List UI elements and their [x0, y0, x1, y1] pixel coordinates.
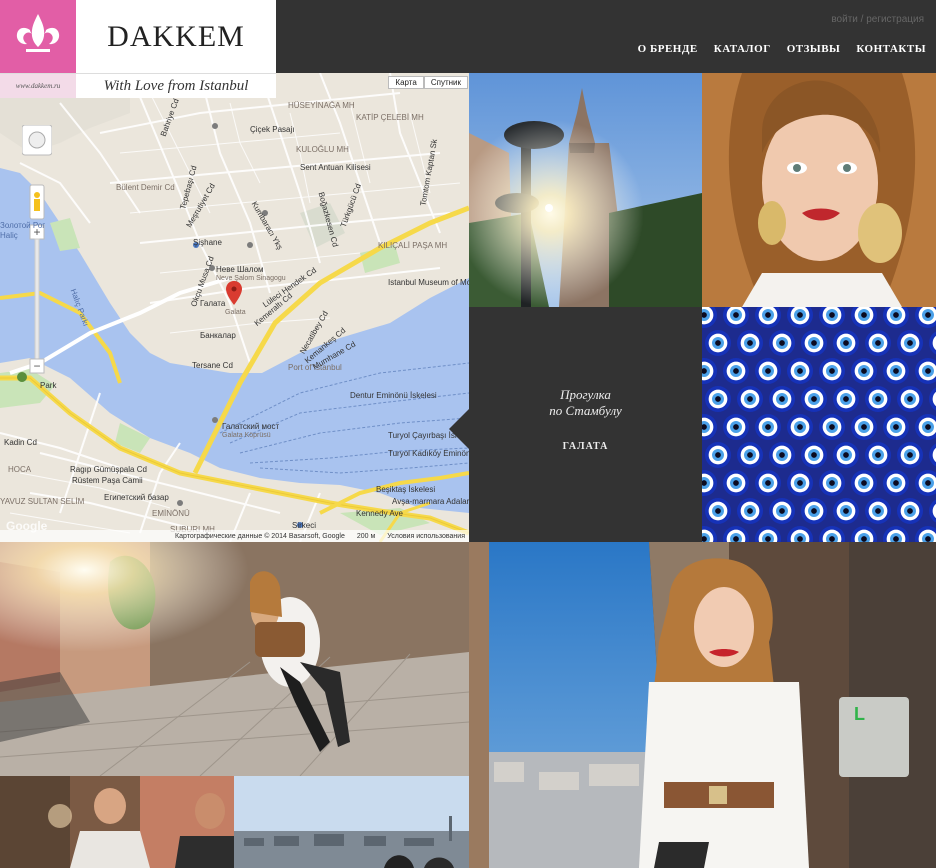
map-label: Park: [40, 381, 57, 390]
login-link[interactable]: войти: [831, 14, 858, 25]
map-pan-control[interactable]: [22, 125, 52, 155]
lily-logo-icon: [0, 0, 76, 73]
caption-title: Прогулка по Стамбулу: [469, 387, 702, 419]
map-label: Çiçek Pasajı: [250, 125, 295, 134]
tagline: With Love from Istanbul: [103, 77, 249, 94]
street-view-pegman-icon[interactable]: [30, 185, 44, 219]
map-label: EMİNÖNÜ: [152, 509, 190, 518]
register-link[interactable]: регистрация: [866, 14, 924, 25]
photo-model-portrait[interactable]: [702, 73, 936, 307]
tagline-bar: www.dakkem.ru With Love from Istanbul: [0, 73, 276, 98]
map-label: Avşa-marmara Adaları: [392, 497, 469, 506]
map-label: Банкалар: [200, 331, 236, 340]
map-label: Beşiktaş İskelesi: [376, 485, 436, 494]
caption-title-line1: Прогулка: [560, 387, 611, 402]
map-label: KATİP ÇELEBİ MH: [356, 113, 424, 122]
nav-about-brand[interactable]: О БРЕНДЕ: [638, 43, 698, 55]
site-url: www.dakkem.ru: [0, 74, 76, 98]
map-footer: Картографические данные © 2014 Basarsoft…: [0, 530, 469, 542]
map-label: YAVUZ SULTAN SELİM: [0, 497, 85, 506]
photo-model-street-full[interactable]: L: [469, 542, 936, 868]
caption-panel: Прогулка по Стамбулу ГАЛАТА: [469, 307, 702, 542]
logo[interactable]: DAKKEM: [0, 0, 276, 73]
auth-links: войти / регистрация: [831, 14, 924, 25]
photo-istanbul-skyline[interactable]: [234, 776, 469, 868]
map-type-control: Карта Спутник: [388, 76, 468, 89]
map-label: Золотой Рог: [0, 221, 46, 230]
map-label: Turyol Kadıköy Eminönü: [388, 449, 469, 458]
map-type-map-button[interactable]: Карта: [388, 76, 424, 89]
map-label: HOCA: [8, 465, 32, 474]
photo-street-vendors[interactable]: [0, 776, 234, 868]
brand-name: DAKKEM: [107, 19, 245, 53]
map-label: Istanbul Museum of Modern Art: [388, 278, 469, 287]
map-label: HÜSEYİNAĞA MH: [288, 101, 355, 110]
map-label: Египетский базар: [104, 493, 169, 502]
caption-title-line2: по Стамбулу: [549, 403, 622, 418]
caption-pointer-icon: [449, 409, 469, 449]
map-label: Kennedy Ave: [356, 509, 404, 518]
nav-catalog[interactable]: КАТАЛОГ: [714, 43, 771, 55]
auth-separator: /: [857, 14, 867, 25]
map-scale: 200 м: [356, 532, 376, 540]
photo-evil-eye-beads[interactable]: [702, 307, 936, 542]
map-label: Galata Köprüsü: [222, 432, 271, 439]
map-attribution: Картографические данные © 2014 Basarsoft…: [175, 532, 345, 540]
nav-reviews[interactable]: ОТЗЫВЫ: [787, 43, 841, 55]
map-label: Şişhane: [193, 238, 222, 247]
map-label: Galata: [225, 309, 246, 316]
map-label: Sirkeci: [292, 521, 317, 530]
nav-contacts[interactable]: КОНТАКТЫ: [856, 43, 926, 55]
map-terms-link[interactable]: Условия использования: [387, 533, 465, 540]
map-label: KILIÇALİ PAŞA MH: [378, 241, 448, 250]
map-type-satellite-button[interactable]: Спутник: [423, 76, 468, 89]
map-label: Sent Antuan Kilisesi: [300, 163, 371, 172]
svg-text:L: L: [854, 704, 865, 724]
main-nav: О БРЕНДЕ КАТАЛОГ ОТЗЫВЫ КОНТАКТЫ: [638, 43, 926, 55]
map-label: Галата: [200, 299, 226, 308]
map-label: Haliç: [0, 231, 18, 240]
map-label: Neve Şalom Sinagogu: [216, 275, 286, 282]
photo-galata-tower[interactable]: [469, 73, 702, 307]
map-label: Ragıp Gümüşpala Cd: [70, 465, 147, 474]
map-label: Tersane Cd: [192, 361, 233, 370]
caption-subtitle-link[interactable]: ГАЛАТА: [469, 441, 702, 452]
photo-street-model[interactable]: [0, 542, 469, 776]
map-label: Kadin Cd: [4, 438, 37, 447]
zoom-out-button[interactable]: [30, 359, 44, 373]
map-label: Bülent Demir Cd: [116, 183, 175, 192]
map-label: KULOĞLU MH: [296, 145, 349, 154]
google-map[interactable]: + − Карта Спутник Золотой Рог Haliç Halı…: [0, 73, 469, 542]
map-label: Rüstem Paşa Camii: [72, 476, 143, 485]
map-label: Неве Шалом: [216, 265, 264, 274]
map-label: Dentur Eminönü İskelesi: [350, 391, 437, 400]
map-label: Галатский мост: [222, 422, 280, 431]
